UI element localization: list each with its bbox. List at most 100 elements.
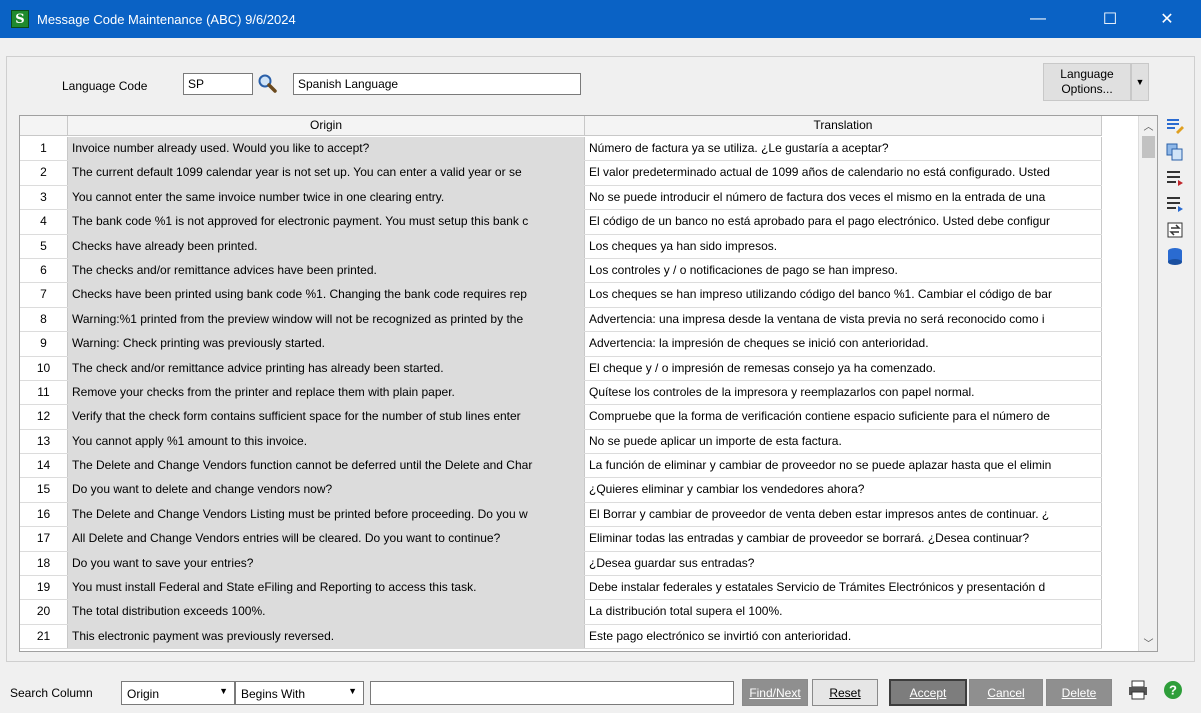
table-row[interactable]: 5 Checks have already been printed. Los ch…: [20, 234, 1102, 259]
translation-cell[interactable]: Número de factura ya se utiliza. ¿Le gus…: [585, 137, 1102, 161]
table-row[interactable]: 12 Verify that the check form contains su…: [20, 405, 1102, 430]
table-row[interactable]: 17 All Delete and Change Vendors entries …: [20, 527, 1102, 552]
row-number-cell[interactable]: 15: [20, 478, 68, 502]
printer-icon[interactable]: [1127, 679, 1149, 701]
maximize-button[interactable]: ☐: [1087, 0, 1133, 38]
table-row[interactable]: 2 The current default 1099 calendar year …: [20, 161, 1102, 186]
translation-cell[interactable]: El cheque y / o impresión de remesas con…: [585, 356, 1102, 380]
row-number-cell[interactable]: 2: [20, 161, 68, 185]
translation-cell[interactable]: Los cheques se han impreso utilizando có…: [585, 283, 1102, 307]
database-icon[interactable]: [1165, 246, 1185, 266]
origin-cell[interactable]: Checks have been printed using bank code…: [68, 283, 585, 307]
origin-column-header[interactable]: Origin: [68, 116, 585, 135]
table-row[interactable]: 14 The Delete and Change Vendors function…: [20, 454, 1102, 479]
row-number-cell[interactable]: 9: [20, 332, 68, 356]
origin-cell[interactable]: Warning:%1 printed from the preview wind…: [68, 307, 585, 332]
origin-cell[interactable]: Do you want to save your entries?: [68, 551, 585, 576]
origin-cell[interactable]: The current default 1099 calendar year i…: [68, 161, 585, 185]
close-button[interactable]: ✕: [1144, 0, 1190, 38]
table-row[interactable]: 4 The bank code %1 is not approved for el…: [20, 210, 1102, 235]
row-number-cell[interactable]: 14: [20, 454, 68, 478]
translation-cell[interactable]: ¿Desea guardar sus entradas?: [585, 551, 1102, 576]
table-row[interactable]: 15 Do you want to delete and change vendo…: [20, 478, 1102, 503]
origin-cell[interactable]: Verify that the check form contains suff…: [68, 405, 585, 429]
scroll-down-icon[interactable]: ﹀: [1139, 633, 1157, 651]
origin-cell[interactable]: Checks have already been printed.: [68, 234, 585, 258]
translation-cell[interactable]: No se puede introducir el número de fact…: [585, 185, 1102, 210]
origin-cell[interactable]: All Delete and Change Vendors entries wi…: [68, 527, 585, 551]
origin-cell[interactable]: You cannot enter the same invoice number…: [68, 185, 585, 210]
lookup-magnifier-icon[interactable]: [256, 73, 278, 95]
origin-cell[interactable]: You must install Federal and State eFili…: [68, 576, 585, 600]
translation-cell[interactable]: El valor predeterminado actual de 1099 a…: [585, 161, 1102, 185]
row-number-cell[interactable]: 4: [20, 210, 68, 234]
translation-cell[interactable]: Advertencia: la impresión de cheques se …: [585, 332, 1102, 356]
scroll-thumb[interactable]: [1142, 136, 1155, 158]
row-number-cell[interactable]: 6: [20, 258, 68, 283]
origin-cell[interactable]: Invoice number already used. Would you l…: [68, 137, 585, 161]
row-number-cell[interactable]: 3: [20, 185, 68, 210]
insert-row-icon[interactable]: [1165, 194, 1185, 214]
language-description-field[interactable]: Spanish Language: [293, 73, 581, 95]
language-code-input[interactable]: SP: [183, 73, 253, 95]
translation-cell[interactable]: La función de eliminar y cambiar de prov…: [585, 454, 1102, 478]
row-number-cell[interactable]: 19: [20, 576, 68, 600]
table-row[interactable]: 10 The check and/or remittance advice pri…: [20, 356, 1102, 381]
row-number-cell[interactable]: 7: [20, 283, 68, 307]
table-row[interactable]: 20 The total distribution exceeds 100%. La…: [20, 600, 1102, 625]
find-next-button[interactable]: Find/Next: [742, 679, 808, 706]
accept-button[interactable]: Accept: [889, 679, 967, 706]
table-row[interactable]: 6 The checks and/or remittance advices ha…: [20, 258, 1102, 284]
row-number-cell[interactable]: 21: [20, 624, 68, 649]
table-row[interactable]: 19 You must install Federal and State eFi…: [20, 576, 1102, 601]
table-row[interactable]: 3 You cannot enter the same invoice numbe…: [20, 185, 1102, 211]
row-number-cell[interactable]: 20: [20, 600, 68, 624]
translation-cell[interactable]: No se puede aplicar un importe de esta f…: [585, 429, 1102, 454]
translation-cell[interactable]: Quítese los controles de la impresora y …: [585, 380, 1102, 405]
translation-cell[interactable]: El Borrar y cambiar de proveedor de vent…: [585, 502, 1102, 527]
row-number-cell[interactable]: 10: [20, 356, 68, 380]
origin-cell[interactable]: The Delete and Change Vendors Listing mu…: [68, 502, 585, 527]
origin-cell[interactable]: Remove your checks from the printer and …: [68, 380, 585, 405]
row-number-cell[interactable]: 17: [20, 527, 68, 551]
translation-cell[interactable]: Debe instalar federales y estatales Serv…: [585, 576, 1102, 600]
translation-cell[interactable]: Compruebe que la forma de verificación c…: [585, 405, 1102, 429]
origin-cell[interactable]: Warning: Check printing was previously s…: [68, 332, 585, 356]
search-column-select[interactable]: Origin ▼: [121, 681, 235, 705]
table-row[interactable]: 18 Do you want to save your entries? ¿Dese…: [20, 551, 1102, 577]
edit-list-icon[interactable]: [1165, 116, 1185, 136]
translation-cell[interactable]: El código de un banco no está aprobado p…: [585, 210, 1102, 234]
translation-cell[interactable]: Advertencia: una impresa desde la ventan…: [585, 307, 1102, 332]
table-row[interactable]: 9 Warning: Check printing was previously …: [20, 332, 1102, 357]
translation-cell[interactable]: La distribución total supera el 100%.: [585, 600, 1102, 624]
translation-cell[interactable]: Eliminar todas las entradas y cambiar de…: [585, 527, 1102, 551]
row-number-cell[interactable]: 13: [20, 429, 68, 454]
origin-cell[interactable]: This electronic payment was previously r…: [68, 624, 585, 649]
language-options-dropdown-icon[interactable]: ▼: [1131, 63, 1149, 101]
table-row[interactable]: 11 Remove your checks from the printer an…: [20, 380, 1102, 406]
row-number-cell[interactable]: 1: [20, 137, 68, 161]
translation-cell[interactable]: ¿Quieres eliminar y cambiar los vendedor…: [585, 478, 1102, 502]
copy-icon[interactable]: [1165, 142, 1185, 162]
search-input[interactable]: [370, 681, 734, 705]
translation-cell[interactable]: Los controles y / o notificaciones de pa…: [585, 258, 1102, 283]
help-icon[interactable]: ?: [1162, 679, 1184, 701]
translation-cell[interactable]: Los cheques ya han sido impresos.: [585, 234, 1102, 258]
origin-cell[interactable]: The check and/or remittance advice print…: [68, 356, 585, 380]
scroll-up-icon[interactable]: ︿: [1139, 116, 1157, 134]
row-number-cell[interactable]: 8: [20, 307, 68, 332]
table-row[interactable]: 13 You cannot apply %1 amount to this inv…: [20, 429, 1102, 455]
row-number-cell[interactable]: 16: [20, 502, 68, 527]
translation-column-header[interactable]: Translation: [585, 116, 1102, 135]
search-mode-select[interactable]: Begins With ▼: [235, 681, 364, 705]
transfer-icon[interactable]: [1165, 220, 1185, 240]
origin-cell[interactable]: The Delete and Change Vendors function c…: [68, 454, 585, 478]
reset-button[interactable]: Reset: [812, 679, 878, 706]
origin-cell[interactable]: The bank code %1 is not approved for ele…: [68, 210, 585, 234]
table-row[interactable]: 16 The Delete and Change Vendors Listing …: [20, 502, 1102, 528]
origin-cell[interactable]: Do you want to delete and change vendors…: [68, 478, 585, 502]
cancel-button[interactable]: Cancel: [969, 679, 1043, 706]
row-number-cell[interactable]: 11: [20, 380, 68, 405]
row-number-cell[interactable]: 12: [20, 405, 68, 429]
table-row[interactable]: 8 Warning:%1 printed from the preview win…: [20, 307, 1102, 333]
